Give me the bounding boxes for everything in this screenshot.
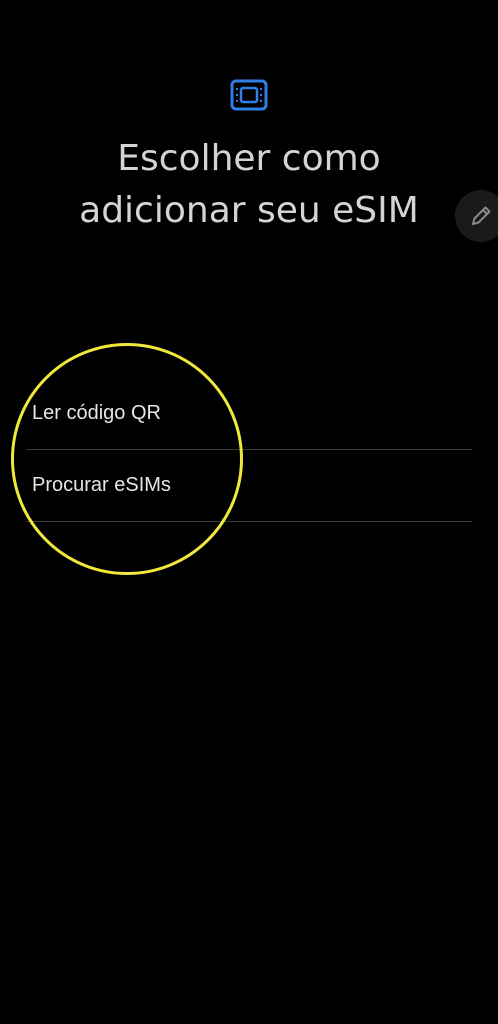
search-esims-label: Procurar eSIMs [32,474,171,496]
page-title: Escolher como adicionar seu eSIM [0,133,498,237]
page-title-line-1: Escolher como [117,138,381,179]
page-title-line-2: adicionar seu eSIM [79,190,419,231]
add-esim-options-list: Ler código QR Procurar eSIMs [26,378,472,522]
search-esims-option[interactable]: Procurar eSIMs [26,450,472,522]
pencil-icon [472,206,491,225]
scan-qr-code-label: Ler código QR [32,402,161,424]
scan-qr-code-option[interactable]: Ler código QR [26,378,472,450]
edit-button[interactable] [455,190,498,242]
esim-icon [229,78,269,112]
